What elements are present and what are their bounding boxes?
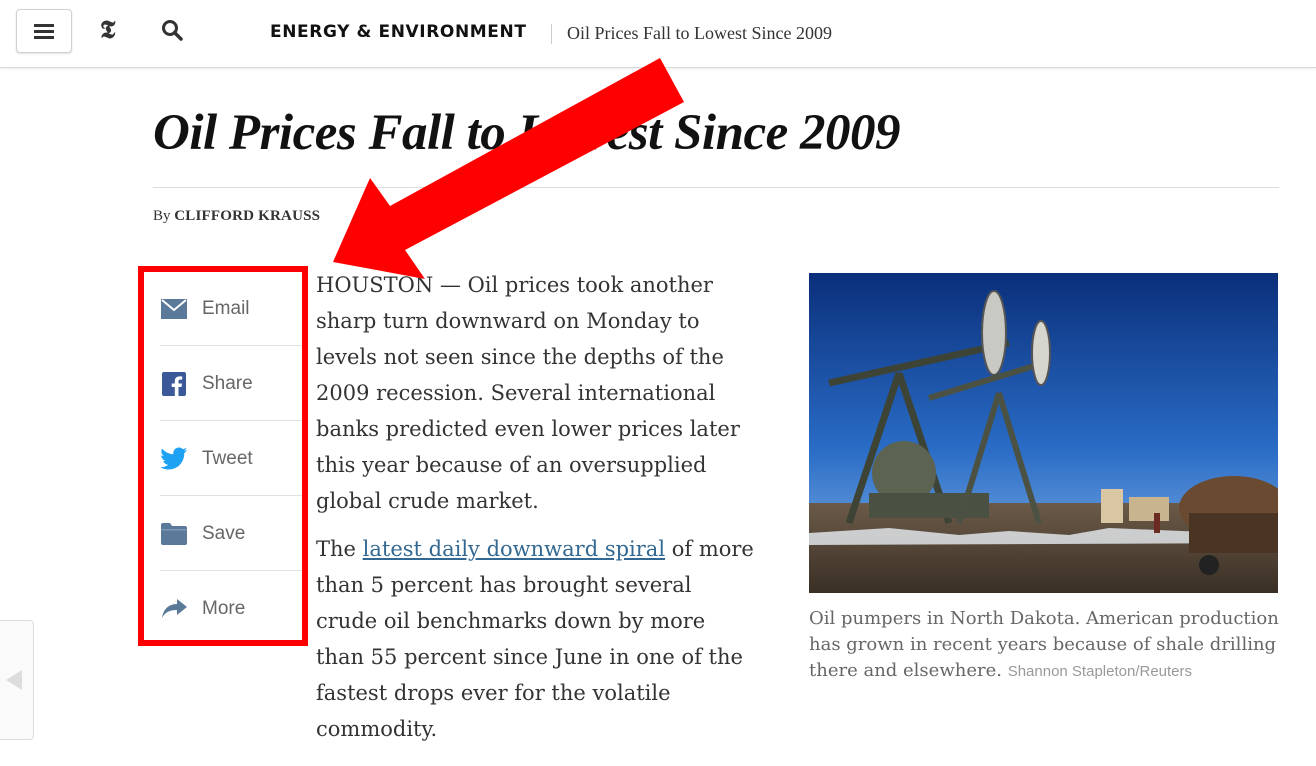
nyt-logo-icon[interactable]: 𝕿 [100, 15, 115, 45]
section-link[interactable]: ENERGY & ENVIRONMENT [270, 22, 527, 42]
divider [160, 570, 302, 571]
previous-article-tab[interactable] [0, 620, 34, 740]
hamburger-icon [34, 24, 54, 39]
divider [160, 495, 302, 496]
headline: Oil Prices Fall to Lowest Since 2009 [153, 105, 900, 161]
photo-caption: Oil pumpers in North Dakota. American pr… [809, 606, 1289, 685]
twitter-icon [160, 445, 188, 473]
folder-icon [160, 520, 188, 548]
facebook-icon [160, 370, 188, 398]
more-share-button[interactable]: More [160, 572, 302, 646]
share-label: More [202, 598, 246, 619]
top-bar: 𝕿 ENERGY & ENVIRONMENT Oil Prices Fall t… [0, 0, 1316, 68]
share-label: Email [202, 298, 250, 319]
share-label: Save [202, 523, 246, 544]
article-link[interactable]: latest daily downward spiral [363, 537, 665, 561]
share-label: Share [202, 373, 253, 394]
envelope-icon [160, 295, 188, 323]
share-label: Tweet [202, 448, 253, 469]
article-body: HOUSTON — Oil prices took another sharp … [316, 267, 756, 759]
chevron-left-icon [6, 670, 22, 690]
divider [160, 345, 302, 346]
search-icon[interactable] [160, 18, 186, 44]
photo-credit: Shannon Stapleton/Reuters [1007, 663, 1193, 680]
article-paragraph: The latest daily downward spiral of more… [316, 531, 756, 747]
byline: By CLIFFORD KRAUSS [153, 208, 320, 225]
article-paragraph: HOUSTON — Oil prices took another sharp … [316, 273, 740, 513]
article-photo[interactable] [809, 273, 1278, 593]
menu-button[interactable] [16, 9, 72, 53]
divider [160, 420, 302, 421]
share-tools-highlight: Email Share Tweet Save More [138, 266, 308, 646]
tweet-button[interactable]: Tweet [160, 422, 302, 496]
header-article-title: Oil Prices Fall to Lowest Since 2009 [567, 23, 832, 43]
divider [551, 24, 552, 44]
share-arrow-icon [160, 595, 188, 623]
paragraph-text: The [316, 537, 356, 561]
paragraph-text: of more than 5 percent has brought sever… [316, 537, 754, 741]
divider [153, 187, 1279, 188]
save-button[interactable]: Save [160, 497, 302, 571]
email-share-button[interactable]: Email [160, 272, 302, 346]
byline-author[interactable]: CLIFFORD KRAUSS [174, 208, 320, 224]
facebook-share-button[interactable]: Share [160, 347, 302, 421]
byline-prefix: By [153, 208, 171, 224]
